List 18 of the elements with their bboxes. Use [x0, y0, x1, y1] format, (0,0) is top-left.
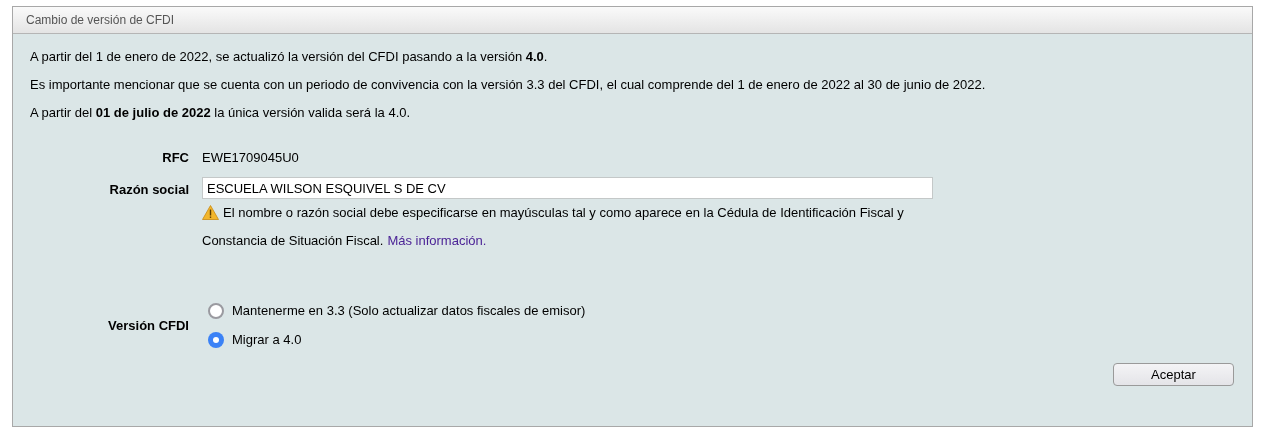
- field-label: RFC: [161, 149, 189, 167]
- info-paragraph: A partir del 1 de enero de 2022, se actualizó la versión del CFDI pasando a la versión 4.0.: [30, 48, 549, 66]
- info-paragraph: A partir del 01 de julio de 2022 la única versión valida será la 4.0.: [30, 104, 412, 122]
- info-paragraph: Es importante mencionar que se cuenta con un periodo de convivencia con la versión 3.3 del CFDI, el cual comprende del 1 de enero de 2022 al 30 de junio de 2022.: [30, 76, 987, 94]
- panel-title: Cambio de versión de CFDI: [26, 12, 175, 29]
- warning-icon: [202, 205, 219, 220]
- radio-option[interactable]: Mantenerme en 3.3 (Solo actualizar datos fiscales de emisor): [208, 302, 1252, 320]
- accept-button[interactable]: Aceptar: [1113, 363, 1234, 386]
- note-text: El nombre o razón social debe especificarse en mayúsculas tal y como aparece en la Cédula de Identificación Fiscal y: [223, 204, 904, 222]
- input-field[interactable]: ESCUELA WILSON ESQUIVEL S DE CV: [202, 177, 933, 199]
- field-label: Razón social: [108, 181, 189, 199]
- field-label: Versión CFDI: [107, 316, 189, 335]
- rfc-value: EWE1709045U0: [202, 149, 300, 167]
- radio-button[interactable]: [208, 303, 224, 319]
- more-info-link[interactable]: Más información.: [387, 230, 487, 252]
- radio-button[interactable]: [208, 332, 224, 348]
- note-text: Constancia de Situación Fiscal.: [202, 232, 384, 250]
- radio-option[interactable]: Migrar a 4.0: [208, 331, 1252, 349]
